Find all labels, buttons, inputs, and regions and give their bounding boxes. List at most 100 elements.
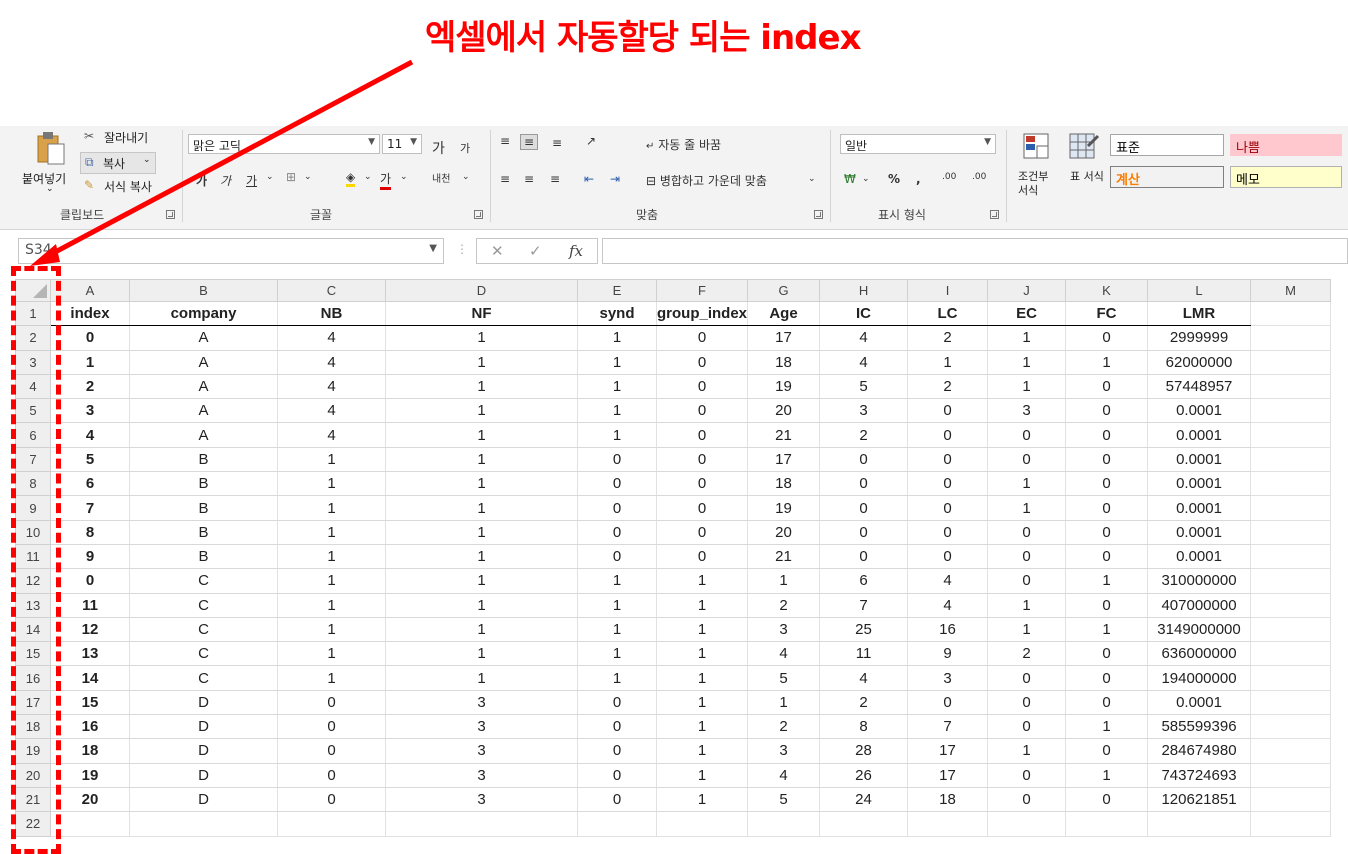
cell[interactable]: 5 xyxy=(747,786,821,813)
cell[interactable]: 1 xyxy=(385,543,578,570)
cell[interactable]: 0 xyxy=(987,446,1067,473)
cell[interactable]: 1 xyxy=(277,446,386,473)
cell[interactable]: 1 xyxy=(385,495,578,521)
cancel-button[interactable]: ✕ xyxy=(491,242,504,260)
cell-empty[interactable] xyxy=(1065,811,1149,837)
cell[interactable]: 284674980 xyxy=(1147,738,1252,764)
cell[interactable]: 1 xyxy=(987,471,1067,497)
cell[interactable]: 0 xyxy=(987,665,1067,691)
cell[interactable]: 4 xyxy=(907,568,989,594)
cell[interactable]: 0 xyxy=(1065,641,1149,667)
cell[interactable]: 2 xyxy=(747,592,821,618)
cell[interactable]: 2 xyxy=(987,641,1067,667)
cell[interactable]: 6 xyxy=(819,568,909,594)
cell[interactable]: 8 xyxy=(819,714,909,740)
cell-index[interactable]: 1 xyxy=(50,349,130,375)
style-normal[interactable]: 표준 xyxy=(1110,134,1224,156)
cell[interactable]: 0 xyxy=(819,446,909,473)
cell-index[interactable]: 20 xyxy=(50,786,130,813)
cell[interactable]: 0 xyxy=(987,543,1067,570)
cell[interactable]: 0 xyxy=(987,422,1067,448)
cell-header-index[interactable]: index xyxy=(50,300,130,327)
percent-button[interactable]: % xyxy=(888,172,900,186)
cell[interactable]: 0 xyxy=(819,543,909,570)
cell-index[interactable]: 9 xyxy=(50,543,130,570)
cell[interactable]: 1 xyxy=(1065,616,1149,643)
cell[interactable]: 0 xyxy=(655,325,749,351)
grow-font-button[interactable]: 가 xyxy=(432,138,445,158)
cell[interactable]: 1 xyxy=(277,665,386,691)
cell-empty[interactable] xyxy=(1250,689,1332,716)
cell[interactable]: 1 xyxy=(655,762,749,788)
merge-center-button[interactable]: ⊟ 병합하고 가운데 맞춤 xyxy=(646,172,767,189)
cell[interactable]: C xyxy=(129,665,278,691)
cell[interactable]: 17 xyxy=(747,446,821,473)
cell-index[interactable]: 12 xyxy=(50,616,130,643)
cell[interactable]: 0 xyxy=(655,422,749,448)
cell[interactable]: 1 xyxy=(655,592,749,618)
cell-index[interactable]: 6 xyxy=(50,471,130,497)
cell-empty[interactable] xyxy=(1250,738,1332,764)
cell[interactable]: 4 xyxy=(819,325,909,351)
cell-empty[interactable] xyxy=(1250,398,1332,424)
cell-index[interactable]: 11 xyxy=(50,592,130,618)
phonetic-button[interactable]: 내천 xyxy=(432,170,450,185)
comma-button[interactable]: , xyxy=(916,172,921,186)
cell[interactable]: 0 xyxy=(655,471,749,497)
row-header[interactable]: 17 xyxy=(15,689,51,716)
cell[interactable]: B xyxy=(129,519,278,545)
cell-empty[interactable] xyxy=(1250,641,1332,667)
cell[interactable]: 1 xyxy=(577,349,657,375)
column-header-a[interactable]: A xyxy=(50,279,130,302)
cell-empty[interactable] xyxy=(577,811,657,837)
column-header-d[interactable]: D xyxy=(385,279,578,302)
cell[interactable]: 21 xyxy=(747,422,821,448)
cell[interactable]: 1 xyxy=(385,519,578,545)
cell-index[interactable]: 3 xyxy=(50,398,130,424)
cell[interactable]: 3 xyxy=(385,714,578,740)
italic-button[interactable]: 가 xyxy=(220,172,231,189)
cell[interactable]: 3 xyxy=(385,689,578,716)
column-header-c[interactable]: C xyxy=(277,279,386,302)
cell-index[interactable]: 5 xyxy=(50,446,130,473)
cell-header-age[interactable]: Age xyxy=(747,300,821,327)
cell[interactable]: 0 xyxy=(1065,446,1149,473)
cell-index[interactable]: 7 xyxy=(50,495,130,521)
cell[interactable]: 1 xyxy=(747,568,821,594)
font-color-button[interactable]: 가 xyxy=(380,170,392,190)
cell-empty[interactable] xyxy=(1250,786,1332,813)
cell[interactable]: 1 xyxy=(277,471,386,497)
cell[interactable]: 4 xyxy=(747,641,821,667)
cell[interactable]: 1 xyxy=(577,325,657,351)
cell[interactable]: 0 xyxy=(655,349,749,375)
row-header[interactable]: 22 xyxy=(15,811,51,837)
cell[interactable]: 0 xyxy=(577,543,657,570)
currency-icon[interactable]: ₩ xyxy=(844,172,856,186)
number-format-dropdown[interactable]: 일반 ▼ xyxy=(840,134,996,154)
cell[interactable]: 9 xyxy=(907,641,989,667)
row-header[interactable]: 6 xyxy=(15,422,51,448)
cell[interactable]: 19 xyxy=(747,373,821,400)
cell[interactable]: 0 xyxy=(907,543,989,570)
cell[interactable]: 4 xyxy=(819,349,909,375)
cell[interactable]: 0.0001 xyxy=(1147,446,1252,473)
column-header-h[interactable]: H xyxy=(819,279,909,302)
column-header-m[interactable]: M xyxy=(1250,279,1332,302)
cell[interactable]: C xyxy=(129,592,278,618)
cell-empty[interactable] xyxy=(655,811,749,837)
cell[interactable]: 0 xyxy=(907,471,989,497)
cell[interactable]: 1 xyxy=(385,349,578,375)
cell[interactable]: 1 xyxy=(987,349,1067,375)
spreadsheet-grid[interactable]: ABCDEFGHIJKLM 1 index company NB NF synd group… xyxy=(15,279,1332,837)
cell[interactable]: 1 xyxy=(655,641,749,667)
cell[interactable]: 2 xyxy=(819,422,909,448)
cell[interactable]: 1 xyxy=(747,689,821,716)
font-size-dropdown[interactable]: 11 ▼ xyxy=(382,134,422,154)
cell[interactable]: 4 xyxy=(907,592,989,618)
column-header-j[interactable]: J xyxy=(987,279,1067,302)
cell[interactable]: 1 xyxy=(907,349,989,375)
cell[interactable]: D xyxy=(129,689,278,716)
cell[interactable]: 0 xyxy=(1065,422,1149,448)
cell[interactable]: 0.0001 xyxy=(1147,422,1252,448)
increase-decimal-button[interactable]: .00 xyxy=(942,172,956,182)
